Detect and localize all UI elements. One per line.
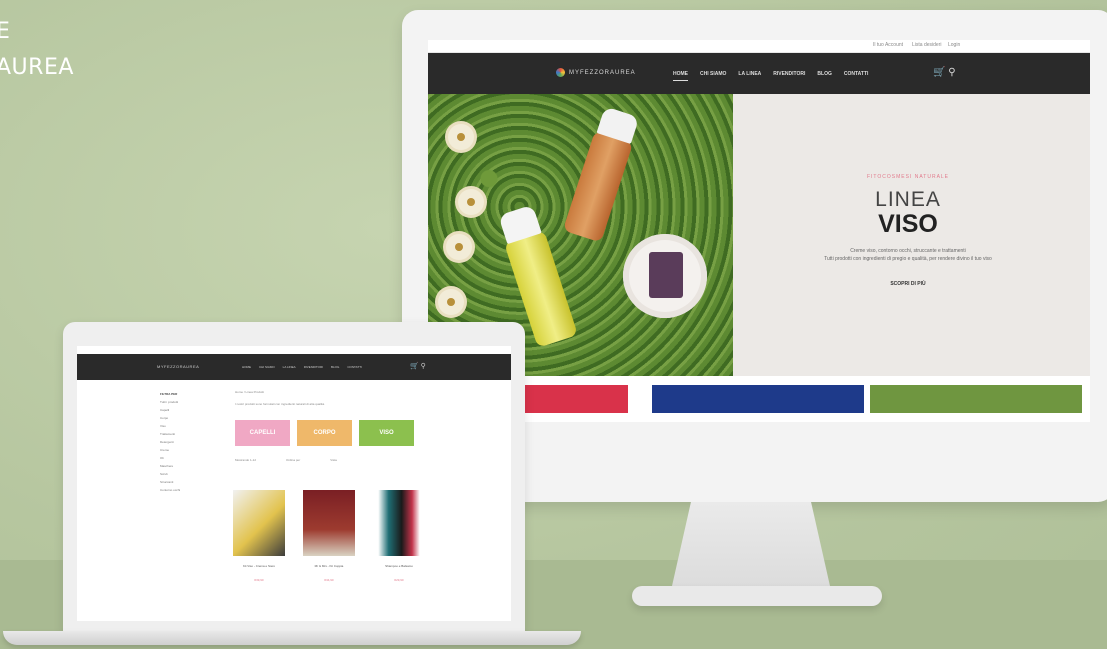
- category-banner-blue[interactable]: [652, 385, 864, 413]
- product-jar: [623, 234, 707, 318]
- hero-slider: FITOCOSMESI NATURALE LINEA VISO Creme vi…: [428, 94, 1090, 376]
- flower-decoration: [458, 189, 484, 215]
- account-link[interactable]: Il tuo Account: [873, 42, 903, 48]
- product-name[interactable]: Mr & Mrs - Kit Coppia: [303, 564, 355, 568]
- search-icon[interactable]: ⚲: [421, 363, 426, 370]
- caption-line-1: E: [0, 19, 11, 44]
- product-image[interactable]: [373, 490, 425, 556]
- hero-text: FITOCOSMESI NATURALE LINEA VISO Creme vi…: [798, 174, 1018, 287]
- hero-cta-link[interactable]: SCOPRI DI PIÙ: [798, 281, 1018, 287]
- sidebar-item[interactable]: Oli: [160, 454, 222, 462]
- laptop-navbar: MYFEZZORAUREA HOME CHI SIAMO LA LINEA RI…: [77, 354, 511, 380]
- sidebar-item[interactable]: Detergenti: [160, 438, 222, 446]
- intro-text: I nostri prodotti sono formulati con ing…: [235, 402, 325, 406]
- product-listing: Home / Linea Prodotti I nostri prodotti …: [233, 390, 505, 582]
- sidebar-item[interactable]: Corpo: [160, 414, 222, 422]
- nav-contatti[interactable]: CONTATTI: [844, 71, 869, 81]
- search-icon[interactable]: ⚲: [948, 67, 955, 78]
- product-image[interactable]: [233, 490, 285, 556]
- cart-icon[interactable]: 🛒: [933, 67, 945, 78]
- product-name[interactable]: Kit Viso - Crema e Siero: [233, 564, 285, 568]
- nav-contatti[interactable]: CONTATTI: [347, 365, 362, 369]
- listing-toolbar: Mostrando 1-12 Ordina per Vista: [235, 458, 505, 462]
- monitor-stand-neck: [672, 502, 830, 586]
- nav-chi-siamo[interactable]: CHI SIAMO: [700, 71, 726, 81]
- sidebar-item[interactable]: Trattamenti: [160, 430, 222, 438]
- product-bottle-orange: [562, 130, 634, 243]
- login-link[interactable]: Login: [948, 42, 960, 48]
- brand-name: MYFEZZORAUREA: [569, 70, 636, 77]
- product-grid: Kit Viso - Crema e Siero €39,90 Mr & Mrs…: [233, 490, 505, 582]
- wishlist-link[interactable]: Lista desideri: [912, 42, 941, 48]
- monitor-stand-base: [632, 586, 882, 606]
- nav-la-linea[interactable]: LA LINEA: [283, 365, 296, 369]
- laptop-brand[interactable]: MYFEZZORAUREA: [157, 364, 199, 369]
- nav-menu: HOME CHI SIAMO LA LINEA RIVENDITORI BLOG…: [673, 71, 868, 81]
- nav-chi-siamo[interactable]: CHI SIAMO: [259, 365, 275, 369]
- hero-desc-line-1: Creme viso, contorno occhi, struccante e…: [850, 248, 966, 254]
- product-card[interactable]: Mr & Mrs - Kit Coppia €34,90: [303, 490, 355, 582]
- category-banner-green[interactable]: [870, 385, 1082, 413]
- filter-sidebar: FILTRA PER Tutti i prodotti Capelli Corp…: [160, 390, 222, 494]
- laptop-screen: MYFEZZORAUREA HOME CHI SIAMO LA LINEA RI…: [77, 346, 511, 621]
- desktop-screen: Il tuo Account Lista desideri Login MYFE…: [428, 40, 1090, 422]
- nav-blog[interactable]: BLOG: [331, 365, 339, 369]
- sidebar-item[interactable]: Viso: [160, 422, 222, 430]
- brand-logo[interactable]: MYFEZZORAUREA: [556, 68, 636, 77]
- main-navbar: MYFEZZORAUREA HOME CHI SIAMO LA LINEA RI…: [428, 53, 1090, 95]
- caption: E AUREA: [0, 14, 74, 86]
- product-image[interactable]: [303, 490, 355, 556]
- category-buttons: CAPELLI CORPO VISO: [235, 420, 505, 446]
- category-corpo-button[interactable]: CORPO: [297, 420, 352, 446]
- breadcrumb[interactable]: Home / Linea Prodotti: [235, 390, 505, 394]
- cart-icon[interactable]: 🛒: [410, 363, 419, 370]
- caption-line-2: AUREA: [0, 55, 74, 80]
- product-card[interactable]: Shampoo e Balsamo €29,90: [373, 490, 425, 582]
- flower-decoration: [448, 124, 474, 150]
- sort-select[interactable]: Ordina per: [286, 458, 300, 462]
- sidebar-item[interactable]: Creme: [160, 446, 222, 454]
- result-count: Mostrando 1-12: [235, 458, 257, 462]
- sidebar-heading: FILTRA PER: [160, 392, 178, 396]
- product-card[interactable]: Kit Viso - Crema e Siero €39,90: [233, 490, 285, 582]
- laptop-nav-menu: HOME CHI SIAMO LA LINEA RIVENDITORI BLOG…: [242, 365, 362, 369]
- product-name[interactable]: Shampoo e Balsamo: [373, 564, 425, 568]
- sidebar-item[interactable]: Tutti i prodotti: [160, 398, 222, 406]
- sidebar-item[interactable]: Scrub: [160, 470, 222, 478]
- laptop-nav-icons: 🛒 ⚲: [410, 362, 426, 370]
- hero-desc-line-2: Tutti prodotti con ingredienti di pregio…: [824, 256, 992, 262]
- laptop: MYFEZZORAUREA HOME CHI SIAMO LA LINEA RI…: [63, 322, 525, 634]
- sidebar-item[interactable]: Capelli: [160, 406, 222, 414]
- product-price: €29,90: [394, 578, 404, 582]
- sidebar-item[interactable]: Contorno occhi: [160, 486, 222, 494]
- view-toggle[interactable]: Vista: [330, 458, 337, 462]
- nav-rivenditori[interactable]: RIVENDITORI: [304, 365, 323, 369]
- hero-description: Creme viso, contorno occhi, struccante e…: [798, 247, 1018, 263]
- product-price: €39,90: [254, 578, 264, 582]
- nav-home[interactable]: HOME: [673, 71, 688, 81]
- sidebar-item[interactable]: Struccanti: [160, 478, 222, 486]
- hero-title-bold: VISO: [878, 210, 938, 238]
- category-viso-button[interactable]: VISO: [359, 420, 414, 446]
- nav-rivenditori[interactable]: RIVENDITORI: [773, 71, 805, 81]
- laptop-base: [3, 631, 581, 645]
- nav-icons: 🛒 ⚲: [933, 67, 956, 78]
- hero-title-light: LINEA: [875, 188, 941, 211]
- nav-home[interactable]: HOME: [242, 365, 251, 369]
- nav-la-linea[interactable]: LA LINEA: [738, 71, 761, 81]
- top-utility-bar: Il tuo Account Lista desideri Login: [428, 40, 1090, 53]
- category-capelli-button[interactable]: CAPELLI: [235, 420, 290, 446]
- nav-blog[interactable]: BLOG: [817, 71, 831, 81]
- product-price: €34,90: [324, 578, 334, 582]
- logo-icon: [556, 68, 565, 77]
- sidebar-item[interactable]: Maschere: [160, 462, 222, 470]
- flower-decoration: [438, 289, 464, 315]
- flower-decoration: [446, 234, 472, 260]
- hero-eyebrow: FITOCOSMESI NATURALE: [866, 174, 950, 180]
